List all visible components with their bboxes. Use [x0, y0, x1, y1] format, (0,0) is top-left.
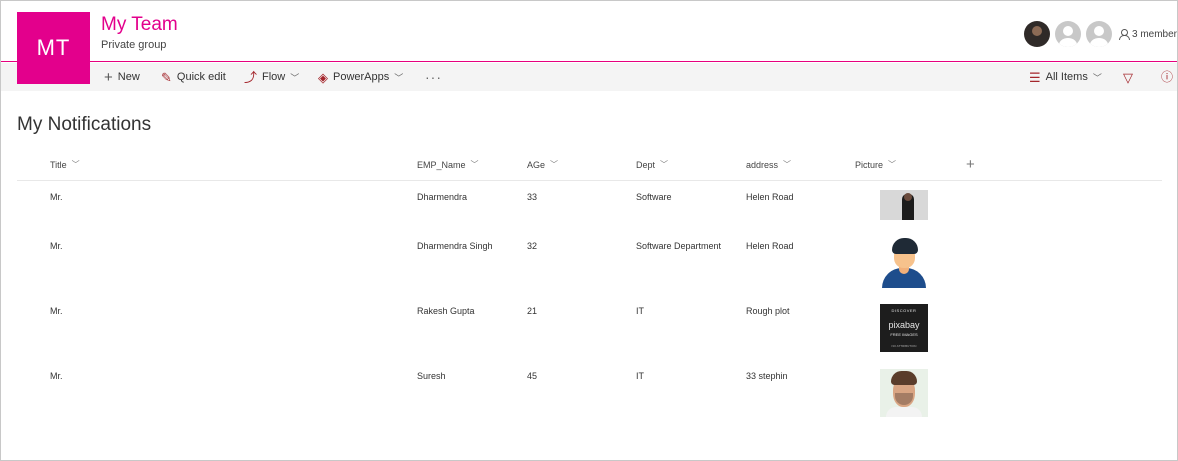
cell-dept: IT: [636, 306, 644, 316]
filter-icon: ▽: [1123, 69, 1133, 85]
new-button-label: New: [117, 71, 140, 83]
site-title[interactable]: My Team: [101, 14, 178, 36]
page-title: My Notifications: [17, 114, 152, 135]
chevron-down-icon: ﹀: [888, 160, 897, 169]
column-header-label: address: [746, 159, 779, 170]
pencil-icon: ✎: [161, 69, 172, 85]
cell-title: Mr.: [50, 192, 63, 202]
column-header-label: EMP_Name: [417, 159, 466, 170]
cell-title: Mr.: [50, 371, 63, 381]
employee-picture[interactable]: DISCOVER pixabay FREE IMAGES NO ATTRIBUT…: [880, 304, 928, 352]
plus-icon: +: [966, 156, 975, 173]
member-avatar-photo[interactable]: [1023, 21, 1050, 47]
member-count[interactable]: 3 member: [1118, 28, 1177, 40]
powerapps-menu[interactable]: ◈ PowerApps ﹀: [318, 63, 403, 91]
info-button[interactable]: ⓘ: [1161, 63, 1173, 91]
flow-icon: ⤴: [244, 69, 258, 85]
column-header-address[interactable]: address ﹀: [746, 159, 791, 170]
member-count-label: 3 member: [1131, 28, 1177, 40]
pixabay-discover-text: DISCOVER: [891, 308, 917, 313]
cell-address: 33 stephin: [746, 371, 788, 381]
ellipsis-icon: ···: [425, 69, 442, 85]
plus-icon: +: [104, 68, 113, 86]
pixabay-attribution-text: NO ATTRIBUTION: [891, 344, 917, 348]
column-header-emp-name[interactable]: EMP_Name ﹀: [417, 159, 479, 170]
member-avatar-placeholder[interactable]: [1054, 21, 1081, 47]
pixabay-logo-text: pixabay: [888, 320, 920, 330]
cell-age: 45: [527, 371, 538, 381]
employee-picture[interactable]: [880, 238, 928, 288]
info-icon: ⓘ: [1161, 70, 1174, 84]
chevron-down-icon: ﹀: [550, 160, 559, 169]
cell-age: 33: [527, 192, 538, 202]
cell-emp-name: Dharmendra Singh: [417, 241, 493, 251]
powerapps-icon: ◈: [318, 69, 328, 85]
cell-emp-name: Suresh: [417, 371, 446, 381]
cell-address: Rough plot: [746, 306, 790, 316]
column-header-age[interactable]: AGe ﹀: [527, 159, 558, 170]
chevron-down-icon: ﹀: [1092, 72, 1102, 83]
header-divider: [17, 180, 1162, 181]
view-list-icon: ☰: [1029, 69, 1041, 85]
site-logo[interactable]: MT: [17, 12, 90, 84]
view-selector[interactable]: ☰ All Items ﹀: [1029, 63, 1102, 91]
quick-edit-button[interactable]: ✎ Quick edit: [161, 63, 226, 91]
employee-picture[interactable]: [880, 369, 928, 417]
chevron-down-icon: ﹀: [470, 160, 479, 169]
cell-age: 32: [527, 241, 538, 251]
cell-title: Mr.: [50, 306, 63, 316]
new-button[interactable]: + New: [104, 63, 140, 91]
column-header-title[interactable]: Title ﹀: [50, 159, 80, 170]
cell-address: Helen Road: [746, 241, 794, 251]
quick-edit-label: Quick edit: [176, 71, 226, 83]
column-header-dept[interactable]: Dept ﹀: [636, 159, 668, 170]
chevron-down-icon: ﹀: [660, 160, 669, 169]
filter-button[interactable]: ▽: [1123, 63, 1133, 91]
command-bar: + New ✎ Quick edit ⤴ Flow ﹀ ◈ PowerApps …: [1, 63, 1177, 91]
column-header-label: AGe: [527, 159, 546, 170]
member-avatar-placeholder[interactable]: [1085, 21, 1112, 47]
chevron-down-icon: ﹀: [71, 160, 80, 169]
chevron-down-icon: ﹀: [783, 160, 792, 169]
cell-dept: Software: [636, 192, 672, 202]
column-header-picture[interactable]: Picture ﹀: [855, 159, 896, 170]
group-members[interactable]: 3 member: [1023, 21, 1177, 47]
pixabay-free-images-text: FREE IMAGES: [890, 332, 918, 337]
employee-picture[interactable]: [880, 190, 928, 220]
column-header-label: Picture: [855, 159, 884, 170]
powerapps-label: PowerApps: [333, 71, 390, 83]
add-column-button[interactable]: +: [966, 156, 975, 173]
cell-emp-name: Rakesh Gupta: [417, 306, 475, 316]
site-privacy-label: Private group: [101, 39, 167, 51]
cell-dept: Software Department: [636, 241, 722, 251]
cell-emp-name: Dharmendra: [417, 192, 468, 202]
column-header-label: Title: [50, 159, 67, 170]
chevron-down-icon: ﹀: [394, 72, 404, 83]
view-selector-label: All Items: [1045, 71, 1088, 83]
cell-address: Helen Road: [746, 192, 794, 202]
app-window: MT My Team Private group 3 member + New …: [0, 0, 1178, 461]
cell-title: Mr.: [50, 241, 63, 251]
flow-label: Flow: [262, 71, 286, 83]
column-header-label: Dept: [636, 159, 656, 170]
site-header: MT My Team Private group 3 member: [1, 1, 1177, 84]
flow-menu[interactable]: ⤴ Flow ﹀: [244, 63, 299, 91]
site-logo-initials: MT: [36, 35, 71, 60]
more-commands-button[interactable]: ···: [425, 63, 442, 91]
chevron-down-icon: ﹀: [290, 72, 300, 83]
cell-dept: IT: [636, 371, 644, 381]
person-icon: [1118, 28, 1130, 40]
cell-age: 21: [527, 306, 538, 316]
